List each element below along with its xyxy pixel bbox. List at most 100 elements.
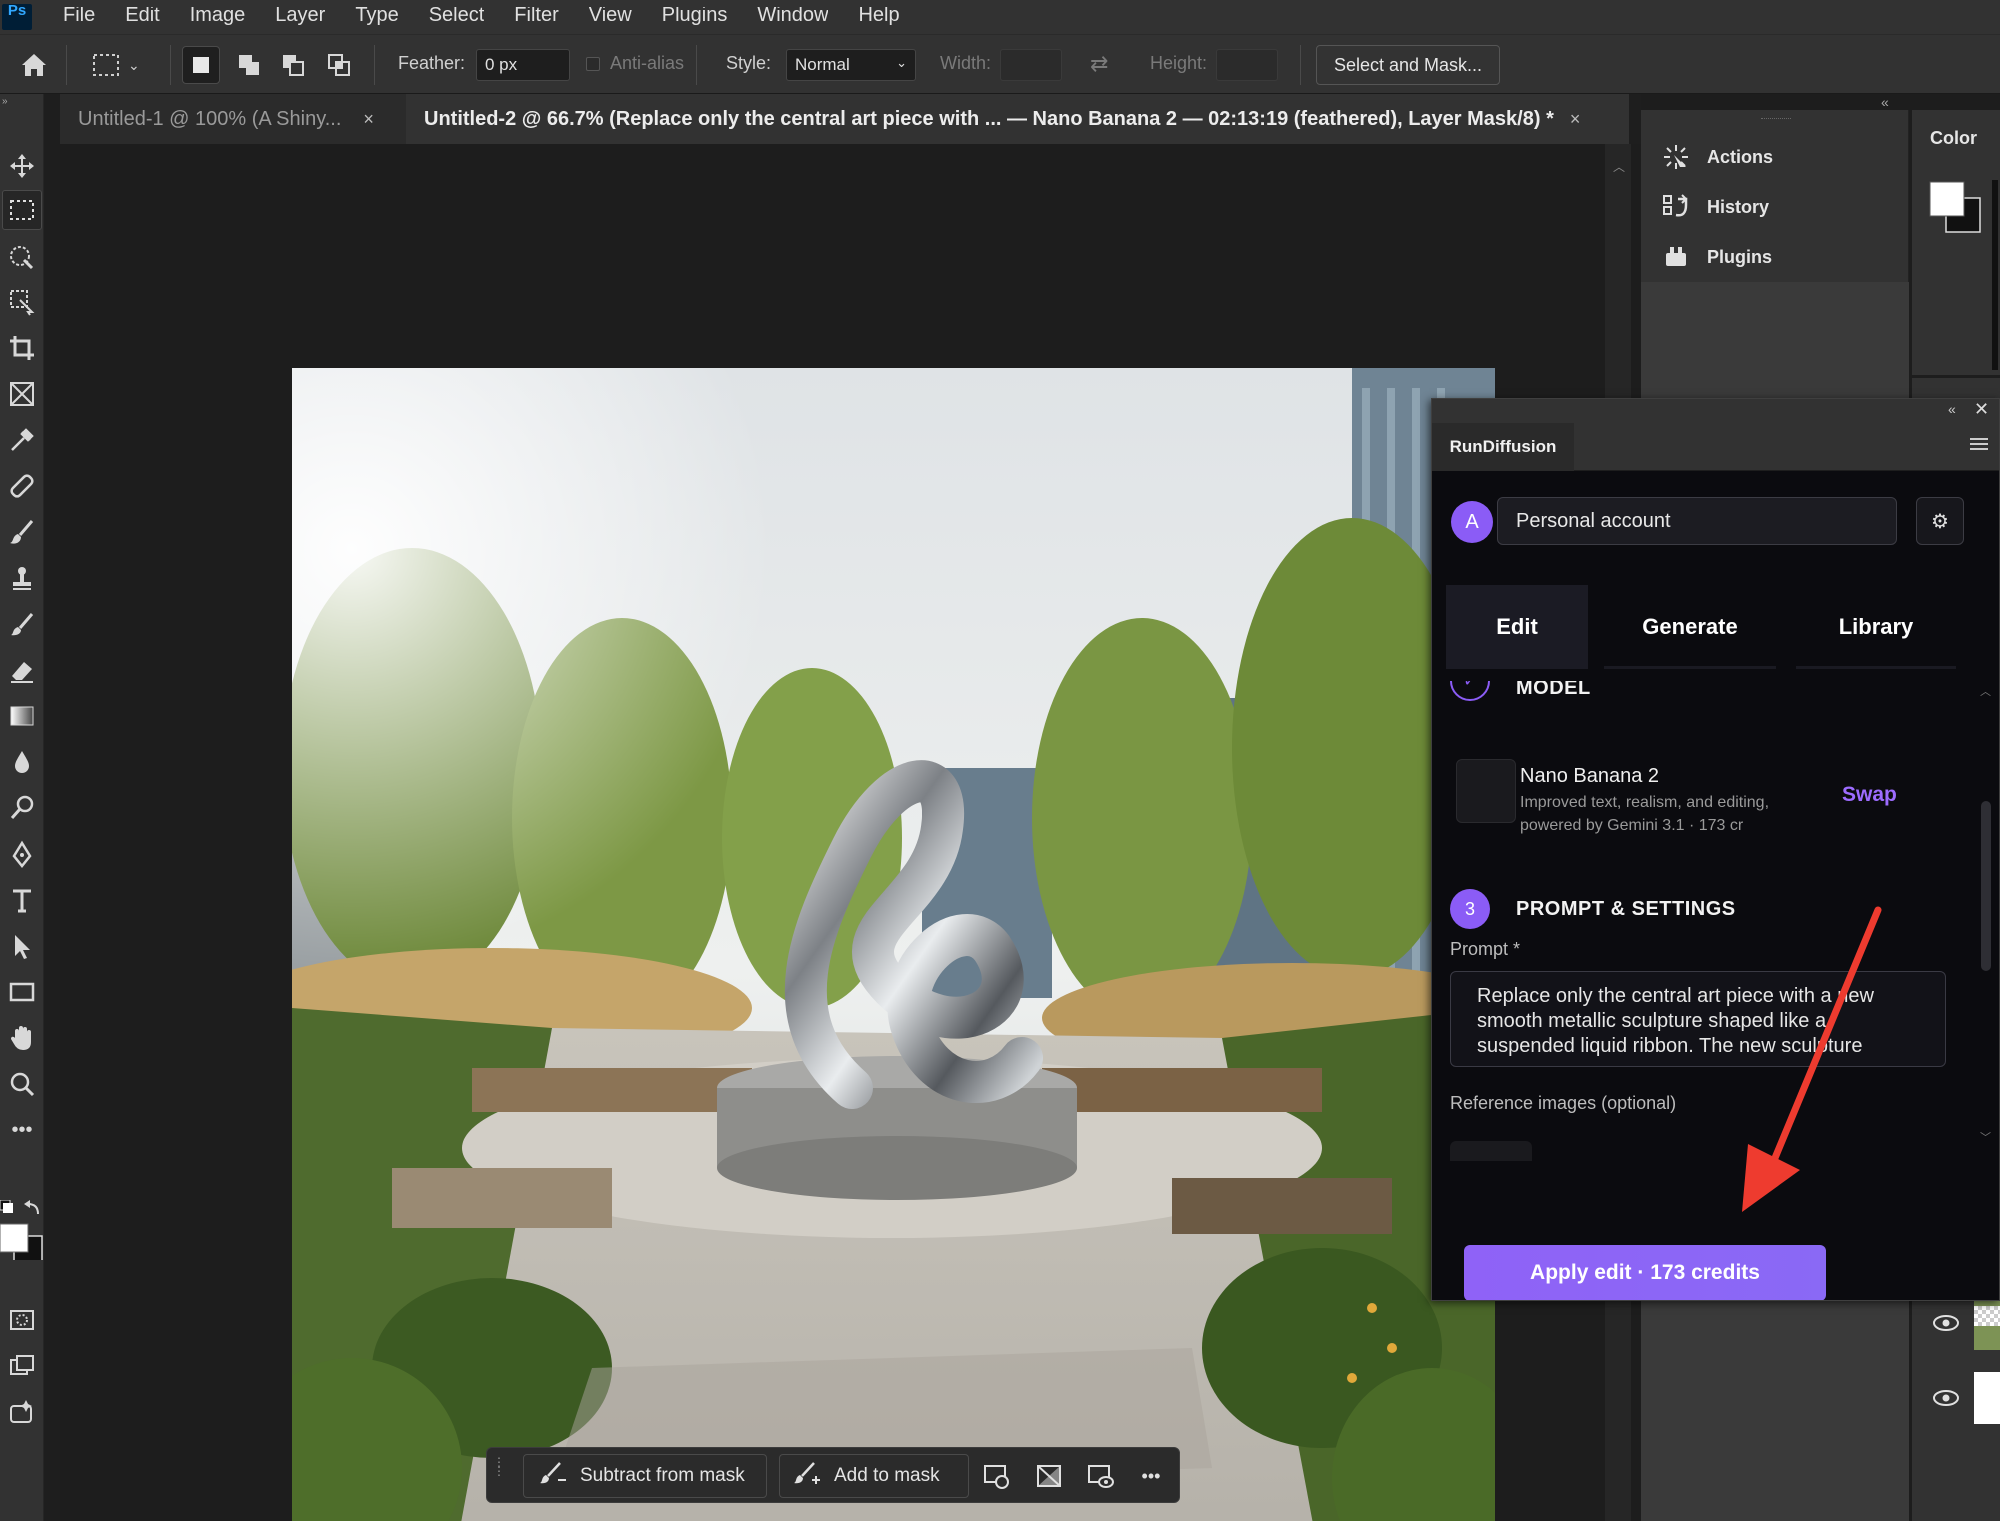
intersect-selection-button[interactable] bbox=[320, 46, 358, 84]
frame-tool-icon[interactable] bbox=[2, 374, 42, 414]
panel-menu-icon[interactable] bbox=[1970, 437, 1988, 451]
feather-input[interactable]: 0 px bbox=[476, 49, 570, 81]
eraser-tool-icon[interactable] bbox=[2, 650, 42, 690]
collapse-icon[interactable]: « bbox=[1948, 401, 1956, 417]
tab-untitled-1[interactable]: Untitled-1 @ 100% (A Shiny... × bbox=[60, 94, 400, 144]
menu-select[interactable]: Select bbox=[429, 7, 485, 27]
rectangle-tool-icon[interactable] bbox=[2, 972, 42, 1012]
collapse-panels-icon[interactable]: « bbox=[1881, 94, 1889, 110]
close-icon[interactable]: × bbox=[363, 109, 374, 130]
visibility-eye-icon[interactable] bbox=[1932, 1313, 1960, 1333]
mode-tabs: Edit Generate Library bbox=[1446, 585, 1986, 669]
history-brush-tool-icon[interactable] bbox=[2, 604, 42, 644]
path-selection-tool-icon[interactable] bbox=[2, 926, 42, 966]
height-input[interactable] bbox=[1216, 49, 1278, 81]
menu-layer[interactable]: Layer bbox=[275, 7, 325, 27]
dodge-tool-icon[interactable] bbox=[2, 788, 42, 828]
style-select[interactable]: Normal ⌄ bbox=[786, 49, 916, 81]
crop-tool-icon[interactable] bbox=[2, 328, 42, 368]
menu-window[interactable]: Window bbox=[757, 7, 828, 27]
tab-edit[interactable]: Edit bbox=[1446, 585, 1588, 669]
foreground-background-swatch[interactable] bbox=[1928, 180, 1988, 240]
menu-help[interactable]: Help bbox=[858, 7, 899, 27]
view-mask-icon[interactable] bbox=[1083, 1458, 1119, 1494]
chevron-up-icon[interactable]: ︿ bbox=[1980, 683, 1991, 699]
eyedropper-tool-icon[interactable] bbox=[2, 420, 42, 460]
chevron-up-icon[interactable]: ︿ bbox=[1613, 158, 1625, 175]
screen-mode-icon[interactable] bbox=[2, 1346, 42, 1386]
hand-tool-icon[interactable] bbox=[2, 1018, 42, 1058]
account-select[interactable]: Personal account bbox=[1497, 497, 1897, 545]
color-swatches[interactable] bbox=[0, 1199, 44, 1265]
brush-tool-icon[interactable] bbox=[2, 512, 42, 552]
color-panel-title: Color bbox=[1930, 128, 1977, 148]
drag-handle-icon[interactable]: ⋮ ⋮ bbox=[493, 1456, 505, 1494]
swap-dimensions-icon[interactable]: ⇄ bbox=[1090, 51, 1118, 79]
anti-alias-checkbox[interactable] bbox=[586, 57, 600, 71]
settings-button[interactable]: ⚙ bbox=[1916, 497, 1964, 545]
menu-view[interactable]: View bbox=[589, 7, 632, 27]
panel-scrollbar[interactable]: ︿ ﹀ bbox=[1975, 681, 1997, 1151]
tab-underline bbox=[1604, 666, 1776, 669]
swap-model-link[interactable]: Swap bbox=[1842, 783, 1897, 807]
apply-edit-button[interactable]: Apply edit · 173 credits bbox=[1464, 1245, 1826, 1300]
type-tool-icon[interactable] bbox=[2, 880, 42, 920]
more-tools-icon[interactable]: ••• bbox=[2, 1110, 42, 1150]
collapse-icon[interactable]: » bbox=[2, 96, 12, 107]
visibility-eye-icon[interactable] bbox=[1932, 1388, 1960, 1408]
anti-alias-label: Anti-alias bbox=[610, 53, 685, 73]
menu-filter[interactable]: Filter bbox=[514, 7, 558, 27]
mask-options-icon[interactable] bbox=[979, 1458, 1015, 1494]
menu-plugins[interactable]: Plugins bbox=[662, 7, 728, 27]
divider bbox=[374, 45, 375, 85]
scrollbar-thumb[interactable] bbox=[1981, 801, 1991, 971]
pen-tool-icon[interactable] bbox=[2, 834, 42, 874]
subtract-from-mask-button[interactable]: Subtract from mask bbox=[523, 1454, 767, 1498]
clone-stamp-tool-icon[interactable] bbox=[2, 558, 42, 598]
selection-brush-tool-icon[interactable] bbox=[2, 282, 42, 322]
blur-tool-icon[interactable] bbox=[2, 742, 42, 782]
color-slider[interactable] bbox=[1992, 180, 1998, 370]
subtract-from-selection-button[interactable] bbox=[274, 46, 312, 84]
more-options-icon[interactable]: ••• bbox=[1133, 1458, 1169, 1494]
menu-edit[interactable]: Edit bbox=[125, 7, 159, 27]
width-input[interactable] bbox=[1000, 49, 1062, 81]
document-tabs: Untitled-1 @ 100% (A Shiny... × Untitled… bbox=[60, 94, 1629, 144]
quick-mask-icon[interactable] bbox=[2, 1300, 42, 1340]
zoom-tool-icon[interactable] bbox=[2, 1064, 42, 1104]
menu-file[interactable]: File bbox=[63, 7, 95, 27]
generative-fill-icon[interactable] bbox=[2, 1392, 42, 1432]
invert-mask-icon[interactable] bbox=[1031, 1458, 1067, 1494]
menu-image[interactable]: Image bbox=[190, 7, 246, 27]
healing-brush-tool-icon[interactable] bbox=[2, 466, 42, 506]
new-selection-button[interactable] bbox=[182, 46, 220, 84]
rectangular-marquee-tool-icon[interactable] bbox=[2, 190, 42, 230]
close-icon[interactable]: ✕ bbox=[1974, 399, 1989, 420]
add-to-selection-button[interactable] bbox=[230, 46, 268, 84]
rundiffusion-tab[interactable]: RunDiffusion bbox=[1432, 423, 1574, 471]
tools-panel: » ••• bbox=[0, 94, 44, 1521]
select-and-mask-button[interactable]: Select and Mask... bbox=[1316, 45, 1500, 85]
marquee-tool-preset[interactable]: ⌄ bbox=[90, 47, 150, 83]
tab-library[interactable]: Library bbox=[1796, 585, 1956, 669]
document-canvas-image[interactable] bbox=[292, 368, 1495, 1521]
tab-generate[interactable]: Generate bbox=[1604, 585, 1776, 669]
menu-type[interactable]: Type bbox=[355, 7, 398, 27]
gradient-tool-icon[interactable] bbox=[2, 696, 42, 736]
style-select-value: Normal bbox=[795, 55, 850, 74]
panel-history[interactable]: History bbox=[1661, 192, 1769, 222]
avatar[interactable]: A bbox=[1451, 501, 1493, 543]
tab-untitled-2[interactable]: Untitled-2 @ 66.7% (Replace only the cen… bbox=[406, 94, 1629, 144]
layer-mask-thumbnail[interactable] bbox=[1974, 1372, 2000, 1424]
reference-image-slot[interactable] bbox=[1450, 1141, 1532, 1161]
close-icon[interactable]: × bbox=[1570, 109, 1581, 130]
chevron-down-icon[interactable]: ﹀ bbox=[1980, 1129, 1991, 1145]
add-to-mask-button[interactable]: Add to mask bbox=[779, 1454, 969, 1498]
panel-plugins[interactable]: Plugins bbox=[1661, 242, 1772, 272]
object-selection-tool-icon[interactable] bbox=[2, 236, 42, 276]
home-icon[interactable] bbox=[16, 47, 52, 83]
panel-actions[interactable]: Actions bbox=[1661, 142, 1773, 172]
chevron-down-icon: ⌄ bbox=[896, 55, 907, 70]
move-tool-icon[interactable] bbox=[2, 146, 42, 186]
model-name: Nano Banana 2 bbox=[1520, 765, 1660, 787]
